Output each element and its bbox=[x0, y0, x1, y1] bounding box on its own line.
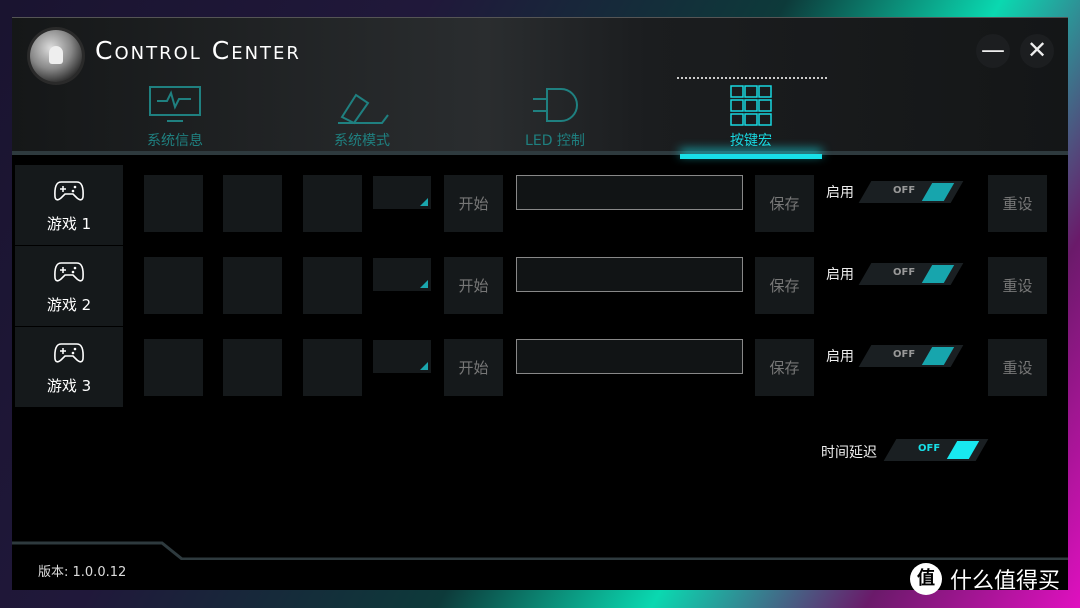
version-label: 版本: 1.0.0.12 bbox=[38, 565, 127, 580]
toggle-state: OFF bbox=[918, 443, 941, 454]
delay-label: 时间延迟 bbox=[821, 445, 877, 461]
tab-key-macro[interactable]: 按键宏 bbox=[691, 80, 811, 150]
reset-button[interactable]: 重设 bbox=[988, 339, 1047, 396]
toggle-state: OFF bbox=[893, 267, 916, 278]
enable-label: 启用 bbox=[826, 267, 854, 283]
macro-input[interactable] bbox=[516, 175, 743, 210]
plug-icon bbox=[302, 80, 422, 130]
key-slot-3[interactable] bbox=[303, 339, 362, 396]
tab-label: 按键宏 bbox=[730, 133, 772, 149]
key-slot-3[interactable] bbox=[303, 175, 362, 232]
x-icon: ✕ bbox=[1026, 36, 1048, 64]
macro-input[interactable] bbox=[516, 339, 743, 374]
reset-button[interactable]: 重设 bbox=[988, 257, 1047, 314]
start-button[interactable]: 开始 bbox=[444, 339, 503, 396]
active-tab-underline bbox=[680, 154, 822, 159]
save-button[interactable]: 保存 bbox=[755, 339, 814, 396]
app-title: Control Center bbox=[95, 36, 301, 65]
tab-label: 系统信息 bbox=[147, 133, 203, 149]
gamepad-icon bbox=[15, 179, 123, 207]
enable-label: 启用 bbox=[826, 349, 854, 365]
toggle-state: OFF bbox=[893, 349, 916, 360]
key-dropdown[interactable] bbox=[373, 258, 431, 291]
enable-toggle[interactable]: OFF bbox=[858, 345, 964, 367]
reset-button[interactable]: 重设 bbox=[988, 175, 1047, 232]
watermark-text: 什么值得买 bbox=[950, 569, 1061, 594]
enable-toggle[interactable]: OFF bbox=[858, 263, 964, 285]
keypad-icon bbox=[691, 80, 811, 130]
gamepad-icon bbox=[15, 260, 123, 288]
enable-label: 启用 bbox=[826, 185, 854, 201]
close-button[interactable]: ✕ bbox=[1020, 34, 1054, 68]
key-dropdown[interactable] bbox=[373, 340, 431, 373]
footer-divider bbox=[12, 541, 1068, 560]
watermark-logo: 值 bbox=[910, 563, 942, 595]
tab-label: 系统模式 bbox=[334, 133, 390, 149]
key-slot-1[interactable] bbox=[144, 175, 203, 232]
key-slot-2[interactable] bbox=[223, 257, 282, 314]
tab-system-mode[interactable]: 系统模式 bbox=[302, 80, 422, 150]
minimize-button[interactable]: — bbox=[976, 34, 1010, 68]
active-tab-indicator bbox=[677, 77, 827, 79]
game-label: 游戏 3 bbox=[46, 377, 92, 395]
monitor-pulse-icon bbox=[115, 80, 235, 130]
key-slot-1[interactable] bbox=[144, 257, 203, 314]
led-icon bbox=[495, 80, 615, 130]
app-logo bbox=[30, 30, 82, 82]
key-dropdown[interactable] bbox=[373, 176, 431, 209]
save-button[interactable]: 保存 bbox=[755, 257, 814, 314]
toggle-state: OFF bbox=[893, 185, 916, 196]
key-slot-2[interactable] bbox=[223, 339, 282, 396]
watermark: 值什么值得买 bbox=[910, 563, 1060, 595]
enable-toggle[interactable]: OFF bbox=[858, 181, 964, 203]
game-label: 游戏 1 bbox=[46, 215, 92, 233]
minus-icon: — bbox=[981, 36, 1005, 64]
macro-input[interactable] bbox=[516, 257, 743, 292]
sidebar-item-game-2[interactable]: 游戏 2 bbox=[15, 246, 123, 326]
key-slot-1[interactable] bbox=[144, 339, 203, 396]
sidebar-item-game-1[interactable]: 游戏 1 bbox=[15, 165, 123, 245]
start-button[interactable]: 开始 bbox=[444, 175, 503, 232]
gamepad-icon bbox=[15, 341, 123, 369]
tab-led-control[interactable]: LED 控制 bbox=[495, 80, 615, 150]
tab-system-info[interactable]: 系统信息 bbox=[115, 80, 235, 150]
tab-label: LED 控制 bbox=[525, 133, 585, 149]
key-slot-2[interactable] bbox=[223, 175, 282, 232]
delay-toggle[interactable]: OFF bbox=[883, 439, 989, 461]
save-button[interactable]: 保存 bbox=[755, 175, 814, 232]
sidebar-item-game-3[interactable]: 游戏 3 bbox=[15, 327, 123, 407]
key-slot-3[interactable] bbox=[303, 257, 362, 314]
start-button[interactable]: 开始 bbox=[444, 257, 503, 314]
game-label: 游戏 2 bbox=[46, 296, 92, 314]
